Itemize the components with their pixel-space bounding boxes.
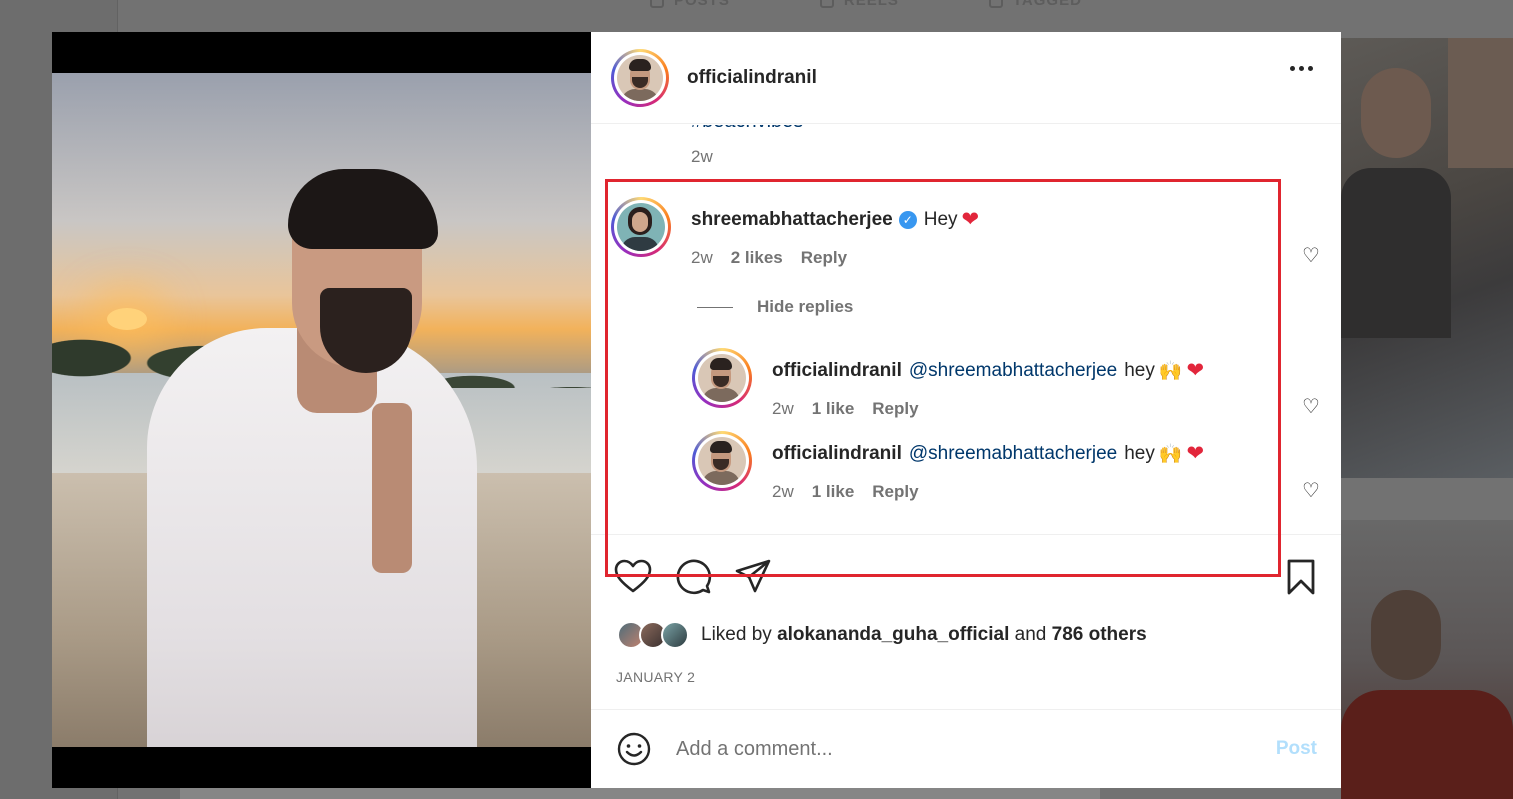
photo-person-hair xyxy=(288,169,438,249)
reply-mention[interactable]: @shreemabhattacherjee xyxy=(909,443,1117,465)
comment-input[interactable] xyxy=(676,737,1236,761)
tab-posts[interactable]: POSTS xyxy=(650,0,730,9)
verified-badge-icon: ✓ xyxy=(898,210,917,229)
reply-avatar[interactable] xyxy=(692,431,752,491)
share-send-icon[interactable] xyxy=(733,557,773,597)
raising-hands-emoji: 🙌 xyxy=(1158,443,1183,465)
add-comment-bar: Post xyxy=(591,709,1341,788)
reply-reply-button[interactable]: Reply xyxy=(872,399,918,419)
caption-hashtag[interactable]: #beachvibes xyxy=(691,125,803,133)
post-actions: Liked by alokananda_guha_official and 78… xyxy=(591,534,1341,710)
reply-avatar[interactable] xyxy=(692,348,752,408)
comment-item: shreemabhattacherjee ✓ Hey ❤ 2w 2 likes … xyxy=(611,197,979,268)
reply-text: hey xyxy=(1124,359,1155,381)
comment-time[interactable]: 2w xyxy=(691,248,713,268)
red-heart-emoji: ❤ xyxy=(1186,442,1205,465)
grid-post-thumbnail[interactable] xyxy=(1341,520,1513,799)
caption-time[interactable]: 2w xyxy=(691,147,713,167)
post-header: officialindranil xyxy=(591,32,1341,124)
comment-text: Hey xyxy=(923,208,958,230)
red-heart-emoji: ❤ xyxy=(961,208,980,231)
reply-text: hey xyxy=(1124,442,1155,464)
emoji-picker-icon[interactable] xyxy=(616,731,652,767)
post-date[interactable]: JANUARY 2 xyxy=(616,669,695,685)
liker-avatar[interactable] xyxy=(661,621,689,649)
liked-by-username[interactable]: alokananda_guha_official xyxy=(777,624,1009,645)
reply-time[interactable]: 2w xyxy=(772,482,794,502)
comment-reply-button[interactable]: Reply xyxy=(801,248,847,268)
tab-tagged[interactable]: TAGGED xyxy=(988,0,1082,9)
liked-by-row: Liked by alokananda_guha_official and 78… xyxy=(617,621,1147,649)
reply-likes[interactable]: 1 like xyxy=(812,399,855,419)
reels-icon xyxy=(819,0,834,8)
grid-icon xyxy=(650,0,664,8)
commenter-avatar[interactable] xyxy=(611,197,671,257)
reply-like-heart-icon[interactable]: ♡ xyxy=(1301,397,1321,417)
likes-count[interactable]: 786 others xyxy=(1052,624,1147,645)
raising-hands-emoji: 🙌 xyxy=(1158,360,1183,382)
red-heart-emoji: ❤ xyxy=(1186,359,1205,382)
reply-reply-button[interactable]: Reply xyxy=(872,482,918,502)
replies-divider-line xyxy=(697,306,733,308)
post-comment-button[interactable]: Post xyxy=(1276,738,1317,760)
reply-item: officialindranil @shreemabhattacherjee h… xyxy=(692,431,1204,502)
comment-username[interactable]: shreemabhattacherjee xyxy=(691,209,893,231)
tagged-icon xyxy=(988,0,1003,8)
reply-like-heart-icon[interactable]: ♡ xyxy=(1301,481,1321,501)
post-modal: officialindranil #beachvibes 2w shreemab… xyxy=(52,32,1341,788)
more-options-icon[interactable] xyxy=(1290,66,1313,71)
reply-item: officialindranil @shreemabhattacherjee h… xyxy=(692,348,1204,419)
post-side-panel: officialindranil #beachvibes 2w shreemab… xyxy=(591,32,1341,788)
post-media xyxy=(52,32,591,788)
save-bookmark-icon[interactable] xyxy=(1281,557,1321,597)
reply-mention[interactable]: @shreemabhattacherjee xyxy=(909,360,1117,382)
reply-username[interactable]: officialindranil xyxy=(772,360,902,382)
reply-likes[interactable]: 1 like xyxy=(812,482,855,502)
photo-person-chest xyxy=(372,403,412,573)
reply-time[interactable]: 2w xyxy=(772,399,794,419)
post-photo[interactable] xyxy=(52,73,591,747)
author-avatar[interactable] xyxy=(611,48,669,107)
liked-by-text: Liked by alokananda_guha_official and 78… xyxy=(701,624,1147,645)
hide-replies-button[interactable]: Hide replies xyxy=(697,297,853,317)
comment-like-heart-icon[interactable]: ♡ xyxy=(1301,246,1321,266)
comment-likes[interactable]: 2 likes xyxy=(731,248,783,268)
tab-reels[interactable]: REELS xyxy=(819,0,899,9)
reply-username[interactable]: officialindranil xyxy=(772,443,902,465)
comments-list[interactable]: #beachvibes 2w shreemabhattacherjee ✓ He… xyxy=(591,125,1341,535)
like-heart-icon[interactable] xyxy=(613,557,653,597)
author-username[interactable]: officialindranil xyxy=(687,67,817,89)
next-post-thumbnail[interactable] xyxy=(1341,38,1513,478)
grid-row-strip xyxy=(180,788,1100,799)
profile-tabs: POSTS REELS TAGGED xyxy=(650,0,1082,9)
comment-bubble-icon[interactable] xyxy=(674,557,714,597)
